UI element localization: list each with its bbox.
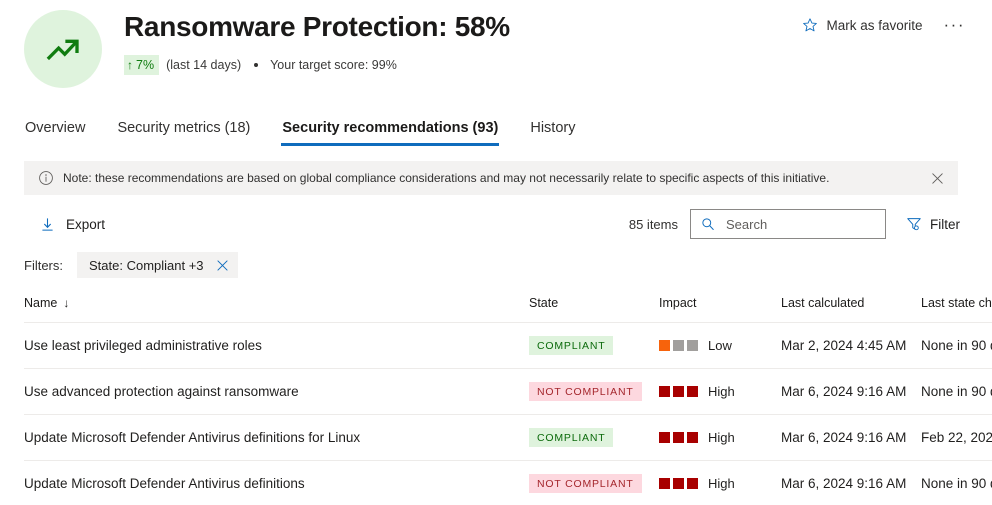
target-score-text: Your target score: 99% [270,58,397,72]
ellipsis-icon: ··· [944,15,965,34]
cell-name[interactable]: Use advanced protection against ransomwa… [24,369,529,415]
column-header-name-label: Name [24,296,57,310]
cell-last-calculated: Mar 6, 2024 9:16 AM [781,369,921,415]
separator-dot [254,63,258,67]
cell-state: COMPLIANT [529,323,659,369]
cell-last-state-change: None in 90 d [921,461,992,505]
column-header-name[interactable]: Name ↓ [24,296,529,323]
download-icon [40,217,55,232]
cell-name[interactable]: Update Microsoft Defender Antivirus defi… [24,461,529,505]
export-button[interactable]: Export [24,211,115,238]
cell-last-state-change: None in 90 d [921,323,992,369]
cell-last-calculated: Mar 2, 2024 4:45 AM [781,323,921,369]
star-icon [802,17,818,33]
column-header-state[interactable]: State [529,296,659,323]
column-header-last-calculated[interactable]: Last calculated [781,296,921,323]
score-delta-value: 7% [136,57,154,73]
up-arrow-icon: ↑ [127,59,133,71]
table-row[interactable]: Use least privileged administrative role… [24,323,992,369]
filters-label: Filters: [24,258,63,273]
command-bar: Export 85 items [24,205,968,243]
tab-history[interactable]: History [529,120,576,146]
filter-chip-label: State: Compliant +3 [89,258,204,273]
cell-state: NOT COMPLIANT [529,369,659,415]
impact-label: High [708,430,735,445]
mark-as-favorite-button[interactable]: Mark as favorite [794,12,930,38]
cell-last-calculated: Mar 6, 2024 9:16 AM [781,415,921,461]
cell-last-state-change: Feb 22, 2024 [921,415,992,461]
info-icon [38,170,54,186]
filter-icon [906,216,922,232]
cell-last-state-change: None in 90 d [921,369,992,415]
status-badge: NOT COMPLIANT [529,474,642,493]
cell-impact: Low [659,323,781,369]
recommendations-table-container: Name ↓ State Impact Last calculated Last … [0,296,992,505]
info-banner-text: Note: these recommendations are based on… [63,170,927,186]
items-count: 85 items [629,217,678,232]
mark-as-favorite-label: Mark as favorite [826,18,922,33]
impact-indicator [659,478,698,489]
cell-name[interactable]: Update Microsoft Defender Antivirus defi… [24,415,529,461]
filter-label: Filter [930,217,960,232]
trending-up-icon [24,10,102,88]
command-bar-right: 85 items Filter [629,209,968,239]
info-banner: Note: these recommendations are based on… [24,161,958,195]
column-header-last-state-change[interactable]: Last state cha [921,296,992,323]
table-body: Use least privileged administrative role… [24,323,992,505]
sort-descending-icon: ↓ [63,296,69,310]
search-icon [701,217,715,231]
table-row[interactable]: Update Microsoft Defender Antivirus defi… [24,415,992,461]
recommendations-table: Name ↓ State Impact Last calculated Last … [24,296,992,505]
impact-indicator [659,386,698,397]
cell-state: NOT COMPLIANT [529,461,659,505]
score-subtitle: ↑ 7% (last 14 days) Your target score: 9… [124,55,510,75]
search-input[interactable] [724,216,904,233]
cell-name[interactable]: Use least privileged administrative role… [24,323,529,369]
cell-state: COMPLIANT [529,415,659,461]
page-title: Ransomware Protection: 58% [124,10,510,44]
impact-label: High [708,476,735,491]
export-label: Export [66,217,105,232]
cell-impact: High [659,369,781,415]
impact-label: High [708,384,735,399]
tab-security-recommendations[interactable]: Security recommendations (93) [281,120,499,146]
filter-button[interactable]: Filter [898,210,968,238]
cell-impact: High [659,461,781,505]
column-header-impact[interactable]: Impact [659,296,781,323]
close-icon[interactable] [216,259,229,272]
table-header-row: Name ↓ State Impact Last calculated Last … [24,296,992,323]
page-header: Ransomware Protection: 58% ↑ 7% (last 14… [0,0,992,88]
impact-indicator [659,432,698,443]
score-delta-period: (last 14 days) [166,58,241,72]
secure-score-initiative-page: Ransomware Protection: 58% ↑ 7% (last 14… [0,0,992,505]
table-row[interactable]: Use advanced protection against ransomwa… [24,369,992,415]
status-badge: COMPLIANT [529,336,613,355]
table-row[interactable]: Update Microsoft Defender Antivirus defi… [24,461,992,505]
filters-row: Filters: State: Compliant +3 [24,251,968,279]
tab-bar: Overview Security metrics (18) Security … [0,108,992,146]
impact-indicator [659,340,698,351]
status-badge: COMPLIANT [529,428,613,447]
impact-label: Low [708,338,732,353]
more-options-button[interactable]: ··· [935,14,974,36]
status-badge: NOT COMPLIANT [529,382,642,401]
tab-overview[interactable]: Overview [24,120,86,146]
header-actions: Mark as favorite ··· [794,12,974,38]
filter-chip-state[interactable]: State: Compliant +3 [77,252,238,278]
search-box[interactable] [690,209,886,239]
header-text-block: Ransomware Protection: 58% ↑ 7% (last 14… [124,8,510,75]
cell-last-calculated: Mar 6, 2024 9:16 AM [781,461,921,505]
tab-security-metrics[interactable]: Security metrics (18) [116,120,251,146]
close-icon[interactable] [927,170,948,187]
score-delta-badge: ↑ 7% [124,55,159,75]
cell-impact: High [659,415,781,461]
